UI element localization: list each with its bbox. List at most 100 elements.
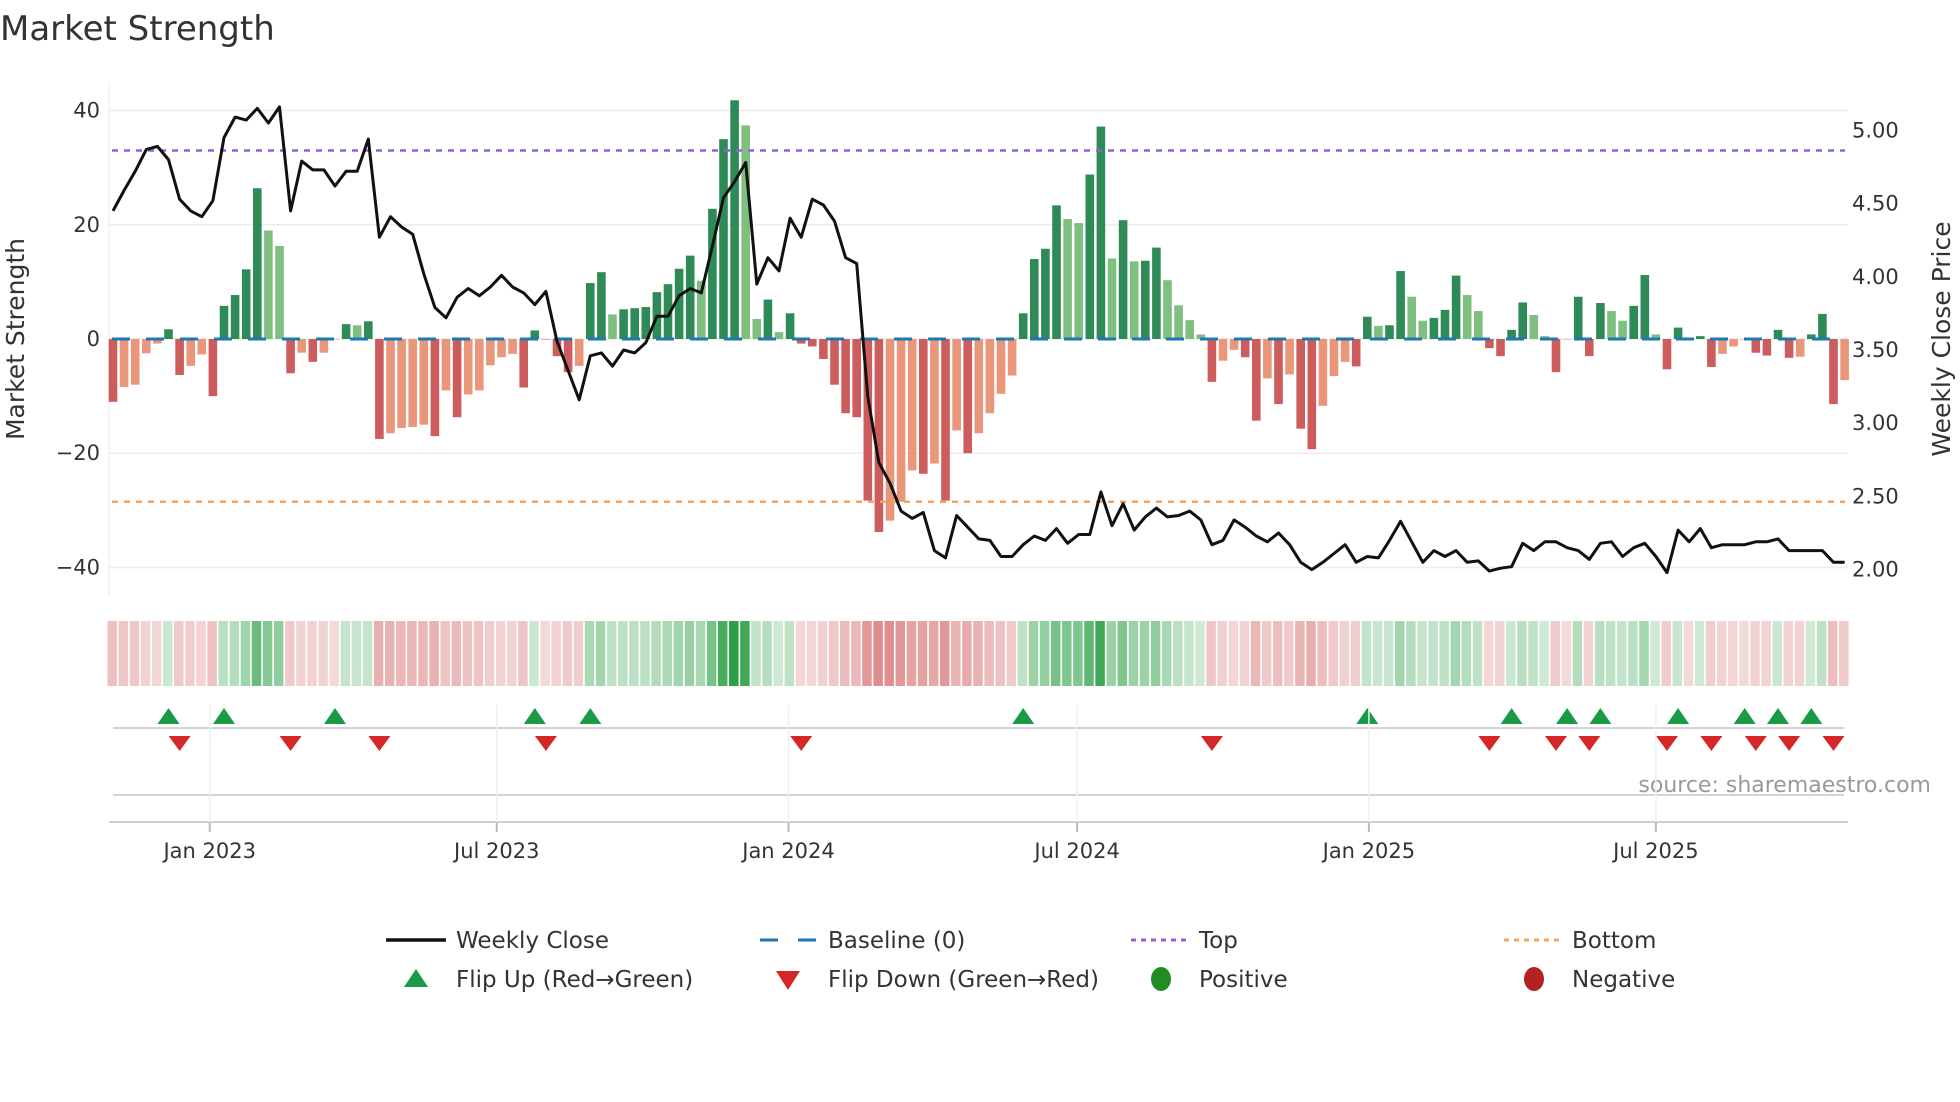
strip-cell xyxy=(296,621,306,686)
x-tick-label: Jan 2024 xyxy=(740,839,835,863)
strength-bar xyxy=(763,299,773,339)
strip-cell xyxy=(1472,621,1483,686)
strip-cell xyxy=(1439,621,1449,686)
flip-down-marker xyxy=(1744,736,1767,751)
strength-bar xyxy=(785,313,795,339)
flip-up-marker xyxy=(1667,708,1690,724)
strip-cell xyxy=(1062,621,1072,686)
strength-bar xyxy=(586,283,595,339)
y2-tick-label: 2.00 xyxy=(1852,558,1899,582)
strength-bar xyxy=(974,339,984,434)
strength-bar xyxy=(1707,339,1716,367)
legend-label: Positive xyxy=(1199,967,1288,993)
strip-cell xyxy=(384,621,395,686)
strip-cell xyxy=(1517,621,1527,686)
strip-cell xyxy=(1750,621,1760,686)
strip-cell xyxy=(473,621,484,686)
x-tick-label: Jul 2025 xyxy=(1611,839,1698,863)
strength-bar xyxy=(1163,280,1172,339)
strip-cell xyxy=(1317,621,1327,686)
y2-tick-label: 3.00 xyxy=(1852,411,1899,435)
strength-bar xyxy=(119,339,129,387)
y-tick-label: −20 xyxy=(56,441,100,465)
strip-cell xyxy=(1839,621,1849,686)
strip-cell xyxy=(1006,621,1017,686)
strength-bar xyxy=(1207,339,1217,382)
strip-cell xyxy=(729,621,739,686)
strip-cell xyxy=(1827,621,1838,686)
strength-bar xyxy=(1285,339,1294,375)
strength-bar xyxy=(419,339,429,425)
flip-down-marker xyxy=(1656,736,1678,751)
strip-cell xyxy=(1428,621,1438,686)
strip-cell xyxy=(862,621,872,686)
flip-up-marker xyxy=(579,708,602,724)
chart-title: Market Strength xyxy=(0,9,275,49)
strip-cell xyxy=(1073,621,1083,686)
strength-bar xyxy=(1640,275,1650,339)
strength-bar xyxy=(164,329,173,339)
strength-bar xyxy=(1718,339,1727,354)
strip-cell xyxy=(1772,621,1782,686)
strength-bar xyxy=(1340,339,1350,362)
strip-cell xyxy=(507,621,517,686)
strip-cell xyxy=(717,621,728,686)
strip-cell xyxy=(1383,621,1394,686)
strip-cell xyxy=(440,621,450,686)
y2-tick-label: 2.50 xyxy=(1852,484,1899,508)
flip-down-marker xyxy=(1822,736,1845,751)
strength-bar xyxy=(1252,339,1261,421)
strip-cell xyxy=(251,621,262,686)
strength-bar xyxy=(264,230,273,339)
strip-cell xyxy=(1617,621,1627,686)
strength-bar xyxy=(1096,126,1106,340)
legend-label: Negative xyxy=(1572,967,1675,993)
strip-cell xyxy=(1794,621,1805,686)
strip-cell xyxy=(1272,621,1283,686)
strip-cell xyxy=(629,621,639,686)
x-tick-label: Jul 2024 xyxy=(1032,839,1119,863)
strength-bar xyxy=(1662,339,1672,370)
strip-cell xyxy=(240,621,251,686)
strip-cell xyxy=(640,621,650,686)
strip-cell xyxy=(1716,621,1727,686)
strip-cell xyxy=(573,621,584,686)
strength-bar xyxy=(230,295,240,339)
strip-cell xyxy=(362,621,373,686)
x-tick-label: Jan 2025 xyxy=(1321,839,1416,863)
strength-bar xyxy=(841,339,850,414)
flip-up-marker xyxy=(1589,708,1612,724)
strip-cell xyxy=(462,621,473,686)
strip-cell xyxy=(1728,621,1738,686)
flip-up-marker xyxy=(157,708,180,724)
strip-cell xyxy=(1361,621,1372,686)
y-tick-label: 0 xyxy=(87,327,100,351)
strength-bar xyxy=(1296,339,1305,429)
strip-cell xyxy=(1284,621,1294,686)
flip-down-marker xyxy=(1200,736,1223,751)
strength-bar xyxy=(630,308,639,339)
strip-cell xyxy=(1816,621,1827,686)
triangle-up-icon xyxy=(404,969,428,987)
strip-cell xyxy=(1239,621,1250,686)
strip-cell xyxy=(118,621,129,686)
y2-axis-title: Weekly Close Price xyxy=(1927,221,1956,456)
strip-cell xyxy=(817,621,828,686)
strength-bar xyxy=(619,309,628,339)
strip-cell xyxy=(329,621,339,686)
strip-cell xyxy=(1483,621,1494,686)
strip-cell xyxy=(1739,621,1749,686)
strength-bar xyxy=(1385,325,1394,339)
strength-bar xyxy=(375,339,384,439)
strength-bar xyxy=(430,339,440,437)
flip-up-marker xyxy=(1800,708,1823,724)
strip-cell xyxy=(1594,621,1605,686)
strip-cell xyxy=(1195,621,1205,686)
flip-down-marker xyxy=(790,736,813,751)
strength-bar xyxy=(1829,339,1838,405)
strip-cell xyxy=(1605,621,1616,686)
strength-bar xyxy=(952,339,961,431)
strip-cell xyxy=(1761,621,1771,686)
flip-down-marker xyxy=(368,736,391,751)
strength-bar xyxy=(364,321,373,339)
